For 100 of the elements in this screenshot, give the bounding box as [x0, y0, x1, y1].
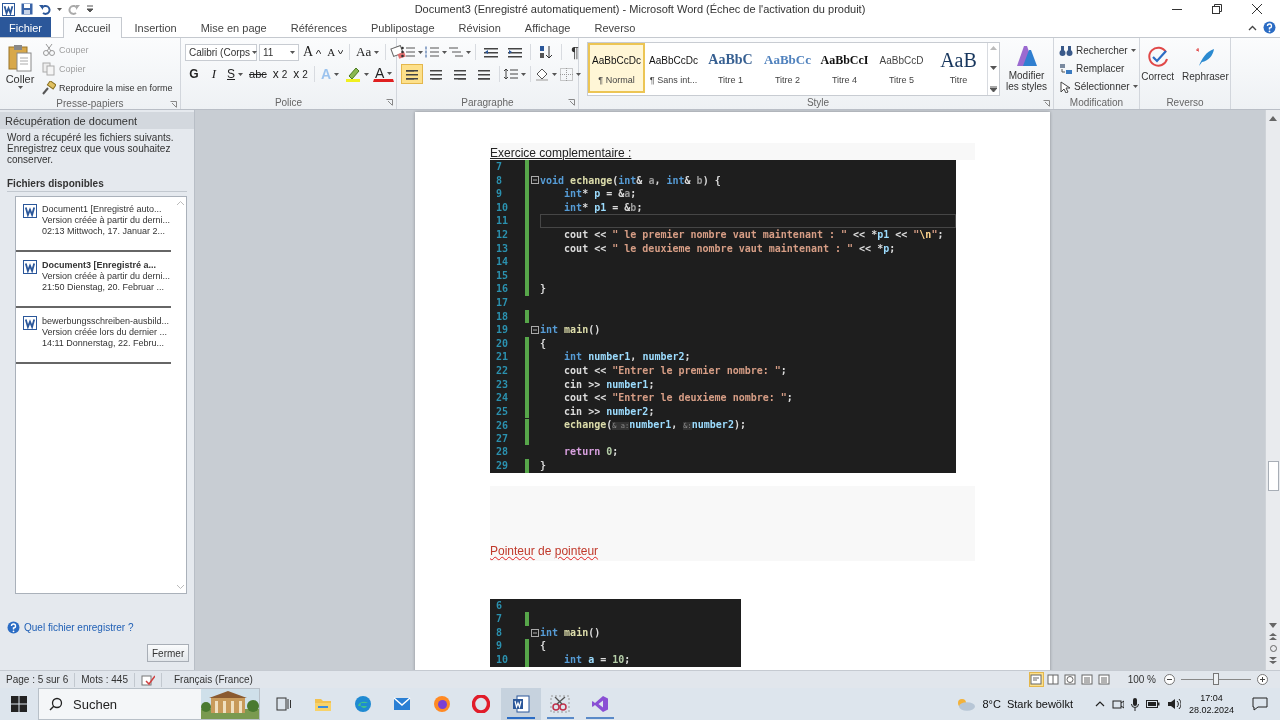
code-line: int number1, number2; [563, 350, 692, 364]
document-heading: Exercice complementaire : [490, 145, 633, 160]
italic-button[interactable]: I [205, 64, 223, 84]
style-item[interactable]: AaBbCc Titre 2 [759, 43, 816, 93]
line-number: 20 [495, 336, 510, 351]
show-marks-button[interactable]: ¶ [566, 42, 584, 62]
case-button[interactable]: Aa [354, 42, 382, 62]
underline-button[interactable]: S [225, 64, 245, 84]
line-number: 29 [495, 459, 510, 473]
style-item[interactable]: AaBbCcI Titre 4 [816, 43, 873, 93]
code-line: { [540, 336, 548, 351]
document-subheading: Pointeur de pointeur [490, 543, 599, 560]
shrink-button[interactable]: A [325, 42, 346, 62]
file-detail: Version créée lors du dernier ... [42, 327, 169, 338]
section-heading: Fichiers disponibles [7, 178, 187, 192]
file-name: Document3 [Enregistré a... [42, 260, 158, 271]
ribbon-tab[interactable]: Publipostage [359, 17, 447, 37]
font-size-field[interactable]: 11 [259, 43, 299, 61]
file-date: 02:13 Mittwoch, 17. Januar 2... [42, 226, 167, 237]
file-detail: Version créée à partir du derni... [42, 215, 171, 226]
style-item[interactable]: AaBbC Titre 1 [702, 43, 759, 93]
group-label: Modification [1069, 96, 1124, 108]
file-name: bewerbungsschreiben-ausbild... [42, 316, 170, 327]
code-line: void echange(int& a, int& b) { [540, 173, 722, 188]
line-number: 12 [495, 227, 510, 242]
code-line: cout << " le deuxieme nombre vaut maintenant : " << *p; [563, 241, 897, 256]
change-styles-button[interactable]: Modifier les styles [1004, 41, 1049, 96]
ribbon-tab[interactable]: Reverso [582, 17, 648, 37]
line-number: 9 [495, 639, 504, 654]
language-indicator[interactable]: Français (France) [161, 672, 259, 687]
zoom-level[interactable]: 100 % [1127, 674, 1156, 685]
line-number: 8 [495, 625, 504, 640]
file-item[interactable]: Document1 [Enregistré auto... Version créée à partir du derni... 02:13 Mittwoch, 17. Januar 2... [16, 204, 171, 252]
line-number: 18 [495, 309, 510, 324]
line-number: 21 [495, 350, 510, 364]
style-item[interactable]: AaBbCcD Titre 5 [873, 43, 930, 93]
strike-button[interactable]: abc [247, 64, 269, 84]
weather-text[interactable]: Stark bewölkt [1006, 698, 1073, 710]
panel-description: Word a récupéré les fichiers suivants. Enregistrez ceux que vous souhaitez conserver. [6, 131, 175, 167]
replace-button[interactable]: Remplacer [1058, 60, 1134, 77]
file-item[interactable]: bewerbungsschreiben-ausbild... Version créée lors du dernier ... 14:11 Donnerstag, 22. Febru... [16, 316, 171, 364]
grow-button[interactable]: A [301, 42, 324, 62]
ribbon-tab[interactable]: Références [278, 17, 359, 37]
code-line: cin >> number2; [563, 404, 656, 419]
close-button[interactable]: Fermer [147, 644, 190, 662]
line-number: 28 [495, 445, 510, 460]
group-label: Paragraphe [461, 96, 514, 108]
code-line: int main() [540, 323, 602, 337]
style-item[interactable]: AaBbCcDc ¶ Normal [588, 43, 645, 93]
brush-button[interactable]: Reproduire la mise en forme [40, 79, 175, 97]
ribbon-tab[interactable]: Mise en page [188, 17, 279, 37]
select-button[interactable]: Sélectionner [1058, 78, 1139, 95]
file-date: 21:50 Dienstag, 20. Februar ... [42, 282, 166, 293]
code-line: return 0; [563, 445, 620, 460]
line-number: 14 [495, 255, 510, 269]
code-line: int* p1 = &b; [563, 200, 644, 215]
line-number: 22 [495, 363, 510, 378]
line-number: 17 [495, 295, 510, 310]
line-number: 11 [495, 214, 510, 228]
ribbon-tab[interactable]: Révision [446, 17, 513, 37]
help-link[interactable]: Quel fichier enregistrer ? [24, 622, 134, 633]
line-number: 7 [495, 160, 504, 174]
ribbon-tab[interactable]: Affichage [512, 17, 583, 37]
group-label: Style [806, 97, 830, 108]
line-number: 24 [495, 391, 510, 405]
clock[interactable]: 17:04 28.02.2024 [1188, 692, 1234, 716]
font-name-field[interactable]: Calibri (Corps [185, 43, 257, 61]
line-number: 27 [495, 431, 510, 446]
search-field[interactable]: Suchen [73, 694, 183, 714]
group-label: Police [274, 96, 303, 108]
code-line: { [540, 639, 548, 654]
ribbon-tab[interactable]: Fichier [0, 17, 51, 37]
group-label: Presse-papiers [56, 97, 124, 109]
code-line: } [540, 282, 548, 296]
correct-button[interactable]: Correct [1138, 41, 1178, 95]
line-number: 16 [495, 282, 510, 296]
line-number: 25 [495, 404, 510, 419]
ribbon-tab[interactable]: Accueil [63, 17, 123, 38]
paste-button[interactable]: Coller [4, 41, 36, 97]
line-number: 15 [495, 268, 510, 283]
rephrase-button[interactable]: Rephraser [1179, 41, 1232, 95]
ribbon-tab[interactable]: Insertion [122, 17, 189, 37]
word-count[interactable]: Mots : 445 [75, 672, 135, 687]
code-line: int a = 10; [563, 653, 632, 667]
file-date: 14:11 Donnerstag, 22. Febru... [42, 338, 165, 349]
style-item[interactable]: AaB Titre [930, 43, 987, 93]
file-name: Document1 [Enregistré auto... [42, 204, 163, 215]
file-item[interactable]: Document3 [Enregistré a... Version créée à partir du derni... 21:50 Dienstag, 20. Februar ... [16, 260, 171, 308]
search-box[interactable]: Suchen [38, 688, 260, 720]
panel-title: Récupération de document [5, 114, 138, 127]
find-button[interactable]: Rechercher [1058, 42, 1137, 59]
code-line: cout << "Entrer le premier nombre: "; [563, 363, 788, 378]
color-button[interactable]: A [373, 66, 395, 82]
code-line: int main() [540, 625, 602, 640]
style-item[interactable]: AaBbCcDc ¶ Sans int... [645, 43, 702, 93]
page-count[interactable]: Page : 5 sur 6 [0, 672, 76, 687]
temperature[interactable]: 8°C [982, 698, 1001, 710]
line-number: 8 [495, 173, 504, 188]
line-number: 26 [495, 419, 510, 433]
bold-button[interactable]: G [185, 64, 203, 84]
